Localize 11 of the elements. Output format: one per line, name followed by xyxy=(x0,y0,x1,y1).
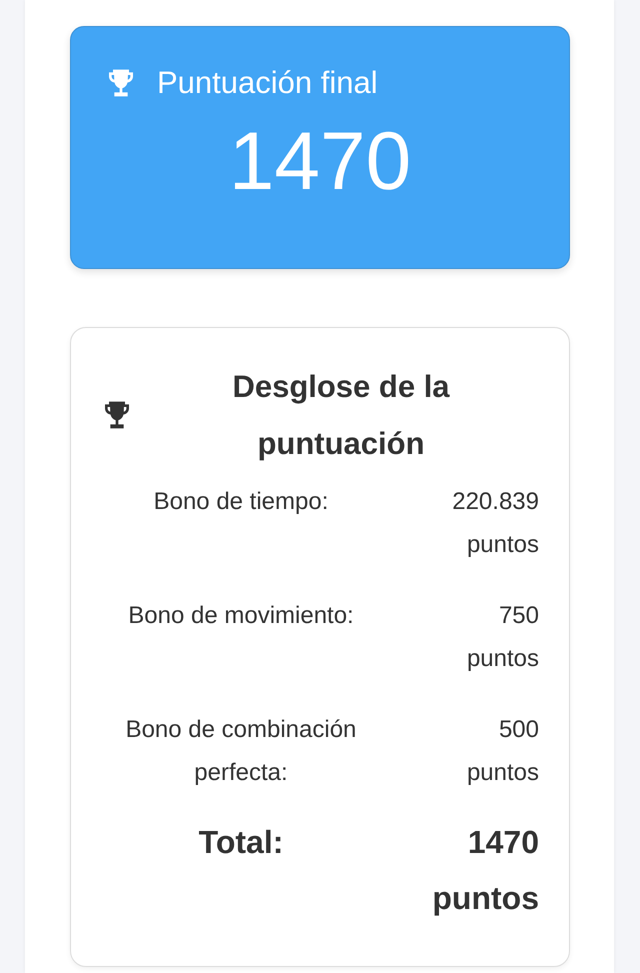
score-title: Puntuación final xyxy=(157,65,378,101)
score-label: Total: xyxy=(198,823,284,862)
score-label: Bono de combinación perfecta: xyxy=(124,715,358,788)
score-value: 1470 puntos xyxy=(431,823,539,918)
score-value: 750 puntos xyxy=(466,601,539,674)
score-value: 220.839 puntos xyxy=(451,487,539,560)
score-label: Bono de tiempo: xyxy=(152,487,330,517)
breakdown-title: Desglose de la puntuación xyxy=(231,368,451,463)
final-score: 1470 xyxy=(228,115,412,209)
score-label: Bono de movimiento: xyxy=(127,601,355,631)
score-value: 500 puntos xyxy=(466,715,539,788)
